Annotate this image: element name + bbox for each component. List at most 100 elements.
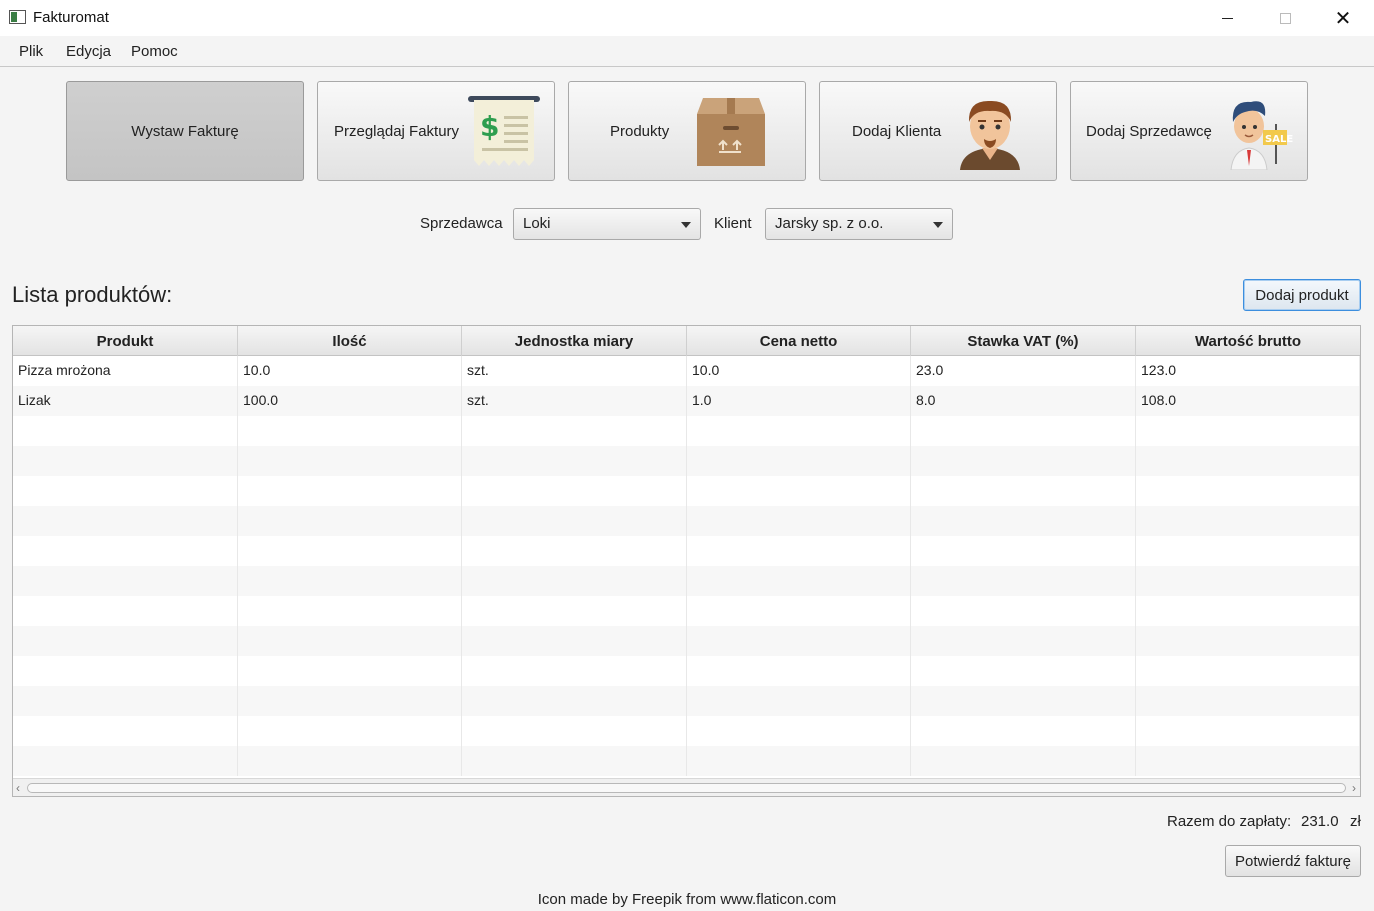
add-client-button[interactable]: Dodaj Klienta <box>819 81 1057 181</box>
client-select[interactable]: Jarsky sp. z o.o. <box>765 208 953 240</box>
table-row <box>13 566 1360 596</box>
issue-invoice-button[interactable]: Wystaw Fakturę <box>66 81 304 181</box>
horizontal-scrollbar[interactable]: ‹ › <box>13 778 1360 796</box>
table-cell <box>687 626 911 656</box>
table-cell <box>13 506 238 536</box>
table-cell <box>687 596 911 626</box>
add-seller-label: Dodaj Sprzedawcę <box>1086 122 1212 140</box>
column-header-unit[interactable]: Jednostka miary <box>462 326 687 356</box>
table-row <box>13 656 1360 686</box>
column-header-product[interactable]: Produkt <box>13 326 238 356</box>
table-cell: 10.0 <box>238 356 462 386</box>
menu-bar: Plik Edycja Pomoc <box>0 36 1374 67</box>
table-cell <box>238 656 462 686</box>
table-row[interactable]: Lizak 100.0 szt. 1.0 8.0 108.0 <box>13 386 1360 416</box>
table-cell <box>687 746 911 776</box>
table-row <box>13 416 1360 446</box>
add-product-button[interactable]: Dodaj produkt <box>1243 279 1361 311</box>
table-cell <box>462 506 687 536</box>
table-cell <box>238 536 462 566</box>
table-cell <box>13 656 238 686</box>
table-row <box>13 446 1360 476</box>
column-header-net-price[interactable]: Cena netto <box>687 326 911 356</box>
chevron-down-icon <box>933 222 943 228</box>
table-cell <box>687 716 911 746</box>
table-cell <box>1136 656 1360 686</box>
seller-select[interactable]: Loki <box>513 208 701 240</box>
table-cell <box>462 566 687 596</box>
table-cell <box>911 686 1136 716</box>
table-body: Pizza mrożona 10.0 szt. 10.0 23.0 123.0 Lizak 1… <box>13 356 1360 778</box>
table-cell: 108.0 <box>1136 386 1360 416</box>
table-cell <box>1136 746 1360 776</box>
products-button[interactable]: Produkty <box>568 81 806 181</box>
table-cell <box>687 446 911 476</box>
receipt-icon: $ <box>468 96 540 166</box>
column-header-quantity[interactable]: Ilość <box>238 326 462 356</box>
table-cell <box>13 596 238 626</box>
close-button[interactable]: ✕ <box>1314 0 1372 36</box>
table-cell <box>687 566 911 596</box>
table-row <box>13 476 1360 506</box>
table-cell <box>462 686 687 716</box>
table-cell <box>911 656 1136 686</box>
app-icon <box>9 10 26 24</box>
table-cell <box>911 716 1136 746</box>
table-cell: 1.0 <box>687 386 911 416</box>
table-cell <box>462 476 687 506</box>
table-header: Produkt Ilość Jednostka miary Cena netto… <box>13 326 1360 356</box>
add-seller-button[interactable]: Dodaj Sprzedawcę SALE <box>1070 81 1308 181</box>
table-row <box>13 626 1360 656</box>
table-cell: Lizak <box>13 386 238 416</box>
minimize-button[interactable] <box>1198 0 1256 36</box>
table-cell <box>462 416 687 446</box>
menu-plik[interactable]: Plik <box>19 43 43 60</box>
menu-edycja[interactable]: Edycja <box>66 43 111 60</box>
products-table: Produkt Ilość Jednostka miary Cena netto… <box>12 325 1361 797</box>
table-cell <box>13 716 238 746</box>
table-cell <box>1136 476 1360 506</box>
table-cell <box>911 506 1136 536</box>
scrollbar-thumb[interactable] <box>27 783 1346 793</box>
scroll-right-icon[interactable]: › <box>1352 781 1356 795</box>
scroll-left-icon[interactable]: ‹ <box>16 781 20 795</box>
menu-pomoc[interactable]: Pomoc <box>131 43 178 60</box>
table-cell <box>1136 566 1360 596</box>
table-row[interactable]: Pizza mrożona 10.0 szt. 10.0 23.0 123.0 <box>13 356 1360 386</box>
table-cell <box>13 746 238 776</box>
box-icon <box>697 98 765 166</box>
browse-invoices-button[interactable]: Przeglądaj Faktury $ <box>317 81 555 181</box>
title-bar: Fakturomat ✕ <box>0 0 1374 36</box>
table-cell <box>1136 446 1360 476</box>
products-label: Produkty <box>610 122 670 140</box>
table-cell <box>13 536 238 566</box>
table-row <box>13 746 1360 776</box>
table-cell: szt. <box>462 386 687 416</box>
total-value: 231.0 <box>1301 813 1339 830</box>
table-cell <box>1136 596 1360 626</box>
table-cell <box>238 626 462 656</box>
product-list-title: Lista produktów: <box>12 282 173 307</box>
svg-text:$: $ <box>480 110 499 143</box>
table-cell <box>238 686 462 716</box>
client-avatar-icon <box>960 100 1020 170</box>
maximize-button[interactable] <box>1256 0 1314 36</box>
chevron-down-icon <box>681 222 691 228</box>
table-row <box>13 716 1360 746</box>
column-header-gross-value[interactable]: Wartość brutto <box>1136 326 1360 356</box>
table-cell <box>462 446 687 476</box>
maximize-icon <box>1279 12 1291 24</box>
confirm-invoice-button[interactable]: Potwierdź fakturę <box>1225 845 1361 877</box>
table-cell <box>238 716 462 746</box>
table-cell <box>911 536 1136 566</box>
table-cell <box>462 626 687 656</box>
table-cell <box>13 446 238 476</box>
table-cell <box>238 416 462 446</box>
table-cell <box>911 446 1136 476</box>
client-select-value: Jarsky sp. z o.o. <box>775 215 884 232</box>
column-header-vat-rate[interactable]: Stawka VAT (%) <box>911 326 1136 356</box>
table-cell <box>238 476 462 506</box>
table-cell <box>687 686 911 716</box>
icon-credit: Icon made by Freepik from www.flaticon.c… <box>537 891 837 908</box>
table-cell <box>13 626 238 656</box>
